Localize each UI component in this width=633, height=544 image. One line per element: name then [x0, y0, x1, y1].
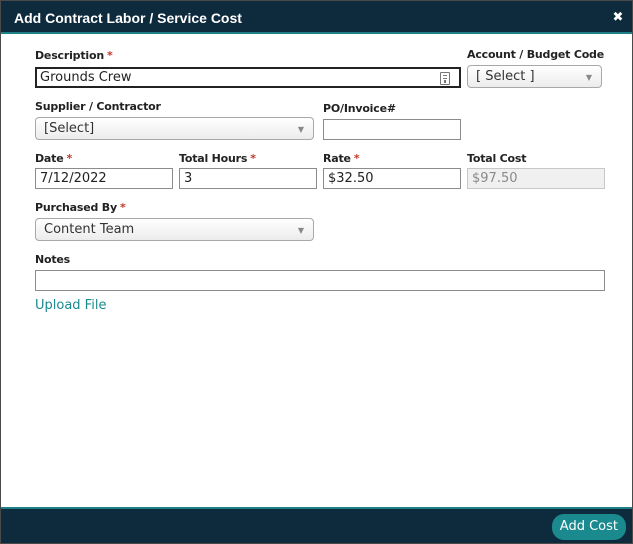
description-value: Grounds Crew	[40, 70, 132, 85]
rate-label: Rate *	[323, 152, 360, 165]
description-label: Description *	[35, 49, 113, 62]
add-contract-labor-dialog: Add Contract Labor / Service Cost ✖ Desc…	[0, 0, 633, 544]
po-invoice-label: PO/Invoice#	[323, 102, 396, 115]
chevron-down-icon: ▼	[297, 226, 304, 235]
date-label: Date *	[35, 152, 72, 165]
contact-card-icon[interactable]	[440, 72, 450, 85]
rate-input[interactable]: $32.50	[323, 168, 461, 189]
rate-label-text: Rate	[323, 152, 351, 165]
notes-label: Notes	[35, 253, 71, 266]
total-hours-label-text: Total Hours	[179, 152, 248, 165]
account-budget-code-value: [ Select ]	[476, 69, 535, 84]
rate-value: $32.50	[328, 171, 374, 186]
supplier-label: Supplier / Contractor	[35, 100, 161, 113]
required-marker: *	[106, 49, 113, 62]
description-input[interactable]: Grounds Crew	[35, 67, 461, 88]
total-hours-label: Total Hours *	[179, 152, 256, 165]
purchased-by-select[interactable]: Content Team ▼	[35, 218, 314, 241]
date-input[interactable]: 7/12/2022	[35, 168, 173, 189]
required-marker: *	[353, 152, 360, 165]
total-hours-input[interactable]: 3	[179, 168, 317, 189]
supplier-value: [Select]	[44, 121, 95, 136]
chevron-down-icon: ▼	[297, 125, 304, 134]
notes-input[interactable]	[35, 270, 605, 291]
account-budget-code-select[interactable]: [ Select ] ▼	[467, 65, 602, 88]
description-label-text: Description	[35, 49, 104, 62]
chevron-down-icon: ▼	[585, 73, 592, 82]
required-marker: *	[250, 152, 256, 165]
close-icon[interactable]: ✖	[611, 9, 625, 25]
add-cost-button[interactable]: Add Cost	[551, 514, 626, 540]
total-cost-input: $97.50	[467, 168, 605, 189]
required-marker: *	[66, 152, 73, 165]
purchased-by-label-text: Purchased By	[35, 201, 117, 214]
dialog-header: Add Contract Labor / Service Cost ✖	[1, 1, 632, 34]
date-label-text: Date	[35, 152, 64, 165]
purchased-by-value: Content Team	[44, 222, 135, 237]
date-value: 7/12/2022	[40, 171, 107, 186]
dialog-footer: Add Cost	[1, 507, 632, 543]
total-cost-value: $97.50	[472, 171, 518, 186]
dialog-title: Add Contract Labor / Service Cost	[14, 10, 242, 26]
upload-file-link[interactable]: Upload File	[35, 298, 106, 313]
account-budget-code-label: Account / Budget Code	[467, 48, 604, 61]
total-hours-value: 3	[184, 171, 193, 186]
total-cost-label: Total Cost	[467, 152, 527, 165]
purchased-by-label: Purchased By *	[35, 201, 126, 214]
supplier-select[interactable]: [Select] ▼	[35, 117, 314, 140]
po-invoice-input[interactable]	[323, 119, 461, 140]
required-marker: *	[119, 201, 126, 214]
